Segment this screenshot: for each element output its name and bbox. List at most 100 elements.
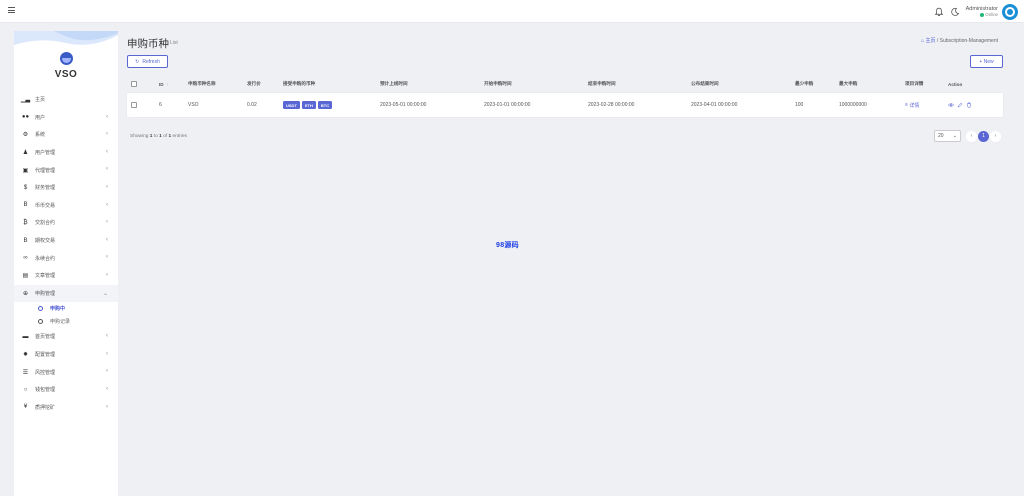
sidebar-item[interactable]: ☰ 风控管理 ‹	[14, 363, 118, 381]
sidebar-item-label: 财务管理	[35, 185, 56, 192]
sidebar-item[interactable]: $ 财务管理 ‹	[14, 179, 118, 197]
users-icon: ●●	[21, 114, 30, 121]
cell-max: 1000000000	[839, 93, 867, 117]
window-icon: ▬	[22, 333, 29, 340]
sidebar-item-label: 质押挖矿	[35, 404, 56, 411]
breadcrumb: ⌂ 主页 / Subscription-Management	[921, 37, 998, 44]
top-bar: Administrator Online	[0, 0, 1024, 23]
sidebar-item[interactable]: ▣ 代理管理 ‹	[14, 161, 118, 179]
online-dot-icon	[979, 12, 984, 17]
cell-end-time: 2023-02-28 00:00:00	[588, 93, 634, 117]
cell-price: 0.02	[247, 93, 257, 117]
select-all-checkbox[interactable]	[131, 81, 137, 87]
sidebar-item[interactable]: ▤ 文章管理 ‹	[14, 267, 118, 285]
sidebar-item-label: 申购管理	[35, 290, 56, 297]
sidebar-item[interactable]: B 期权交易 ‹	[14, 232, 118, 250]
keyboard-icon: ▤	[22, 273, 29, 280]
chevron-left-icon: ‹	[106, 113, 108, 120]
sidebar-subitem[interactable]: 申购记录	[14, 315, 118, 328]
column-header: 申购币种名称	[188, 75, 216, 93]
chevron-left-icon: ‹	[106, 385, 108, 392]
list-icon: ☰	[22, 369, 29, 376]
sidebar-item[interactable]: ∞ 永续合约 ‹	[14, 249, 118, 267]
sidebar-item[interactable]: ▁▃ 主页	[14, 91, 118, 109]
coin-tag: BTC	[317, 101, 333, 109]
sidebar-item-label: 永续合约	[35, 255, 56, 262]
cell-id: 6	[159, 93, 162, 117]
eye-icon[interactable]	[948, 102, 954, 108]
subscription-table: ID ↑ 申购币种名称 发行价 接受申购的币种 预计上线时间 开始申购时间 结束申购时间 公布结…	[127, 75, 1003, 117]
table-body: 6 VSO 0.02 USDT ETH BTC 2023-05-01 00:00:00 202…	[127, 93, 1003, 117]
bell-icon[interactable]	[934, 7, 944, 17]
cell-end-time-value: 2023-02-28 00:00:00	[588, 102, 635, 108]
prev-page-button[interactable]: ‹	[966, 130, 977, 142]
moon-icon[interactable]	[950, 7, 960, 17]
breadcrumb-current: Subscription-Management	[939, 38, 998, 44]
bitcoin-circle-icon: ₿	[23, 219, 28, 226]
column-header: 最少申购	[795, 75, 813, 93]
sidebar-item[interactable]: ⚙ 系统 ‹	[14, 126, 118, 144]
user-info[interactable]: Administrator Online	[966, 6, 998, 17]
user-status-text: Online	[985, 12, 998, 18]
column-header: Action	[948, 75, 962, 93]
chevron-left-icon: ‹	[106, 131, 108, 138]
sidebar-item[interactable]: B 币币交易 ‹	[14, 197, 118, 215]
column-header-label: 最大申购	[839, 81, 858, 86]
sidebar-item[interactable]: ¥ 质押挖矿 ‹	[14, 399, 118, 417]
sidebar-item[interactable]: ✸ 配置管理 ‹	[14, 346, 118, 364]
per-page-select[interactable]: 20 ⌄	[934, 130, 961, 142]
sidebar-item-label: 钱包管理	[35, 387, 56, 394]
cell-launch-time-value: 2023-05-01 00:00:00	[380, 102, 427, 108]
sidebar-item[interactable]: ○ 钱包管理 ‹	[14, 381, 118, 399]
sidebar-item[interactable]: ₿ 交割合约 ‹	[14, 214, 118, 232]
circle-icon	[38, 319, 43, 325]
chevron-left-icon: ‹	[106, 148, 108, 155]
chevron-left-icon: ‹	[106, 333, 108, 340]
chevron-left-icon: ‹	[106, 201, 108, 208]
breadcrumb-separator: /	[936, 38, 939, 44]
cell-start-time-value: 2023-01-01 00:00:00	[484, 102, 531, 108]
refresh-button[interactable]: ↻ Refresh	[127, 55, 168, 68]
column-header-label: 开始申购时间	[484, 81, 512, 86]
id-card-icon: ▣	[22, 167, 29, 174]
trash-icon[interactable]	[966, 102, 972, 108]
next-page-button[interactable]: ›	[990, 130, 1001, 142]
column-header[interactable]: ID ↑	[159, 75, 169, 93]
sidebar-item[interactable]: ▬ 首页管理 ‹	[14, 328, 118, 346]
showing-entries-word: entries	[172, 134, 187, 139]
sidebar-subitem[interactable]: 申购中	[14, 302, 118, 315]
column-header: 发行价	[247, 75, 261, 93]
column-header-label: 接受申购的币种	[283, 81, 316, 86]
menu-toggle-icon[interactable]	[8, 7, 15, 14]
sidebar-nav: ▁▃ 主页 ●● 用户 ‹ ⚙ 系统 ‹ ♟ 用户管理 ‹ ▣ 代理管理 ‹ $ 财务管理 ‹ B 币币交易 ‹ ₿ 交割…	[14, 91, 118, 416]
sidebar-item-label: 配置管理	[35, 352, 56, 359]
sidebar-item[interactable]: ⊕ 申购管理 ⌄	[14, 284, 118, 303]
cell-coins: USDT ETH BTC	[283, 93, 334, 117]
person-icon: ♟	[22, 150, 29, 157]
sidebar-item-label: 交割合约	[35, 220, 56, 227]
detail-link[interactable]: ≡ 详情	[905, 93, 919, 117]
sidebar-subitem-label: 申购中	[50, 306, 66, 313]
column-header: 公布结果时间	[691, 75, 719, 93]
avatar[interactable]	[1002, 3, 1018, 20]
column-header: 最大申购	[839, 75, 857, 93]
circle-icon	[38, 306, 43, 312]
chevron-down-icon: ⌄	[952, 133, 957, 139]
sidebar-item[interactable]: ♟ 用户管理 ‹	[14, 144, 118, 162]
coin-tag: ETH	[301, 101, 316, 109]
sidebar-item[interactable]: ●● 用户 ‹	[14, 109, 118, 127]
sidebar-item-label: 用户	[35, 114, 46, 121]
breadcrumb-home[interactable]: ⌂ 主页	[921, 38, 935, 44]
edit-icon[interactable]	[957, 102, 963, 108]
chevron-left-icon: ‹	[106, 254, 108, 261]
showing-total: 1	[168, 134, 172, 139]
page-button-current[interactable]: 1	[978, 130, 989, 142]
sidebar-item-label: 系统	[35, 132, 46, 139]
chevron-left-icon: ‹	[106, 236, 108, 243]
column-header: 项目详情	[905, 75, 923, 93]
user-status: Online	[966, 12, 998, 17]
sidebar-item-label: 文章管理	[35, 273, 56, 280]
new-button[interactable]: + New	[970, 55, 1003, 68]
watermark: 98源码	[496, 242, 519, 249]
row-checkbox[interactable]	[131, 102, 137, 108]
